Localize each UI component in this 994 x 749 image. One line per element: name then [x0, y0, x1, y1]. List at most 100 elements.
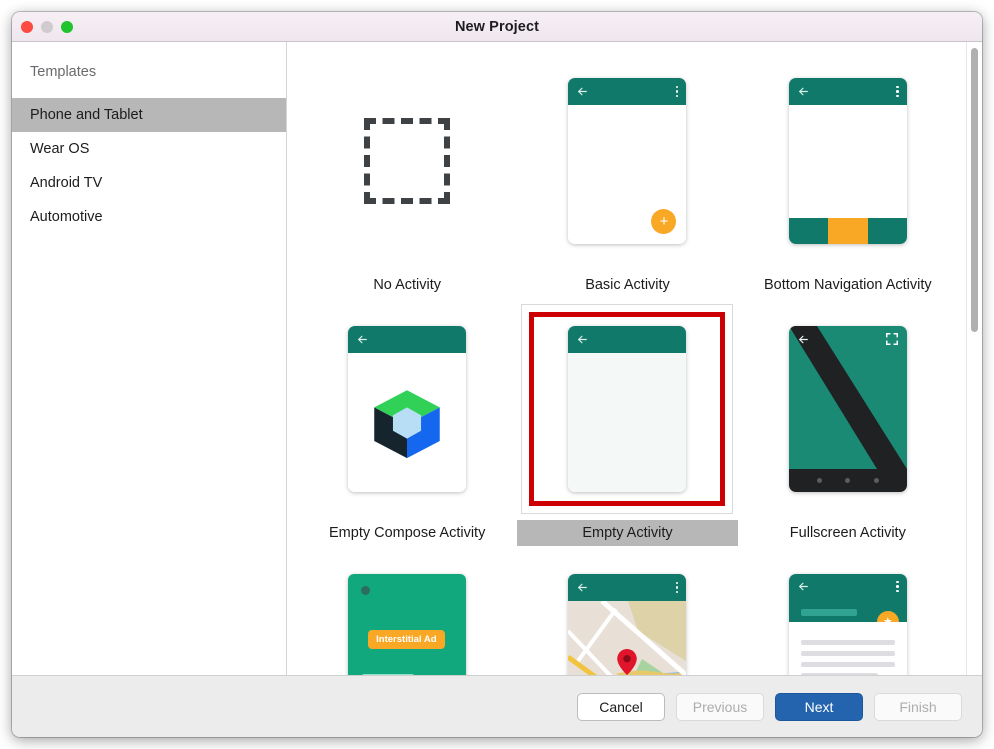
- template-thumbnail: [741, 56, 954, 266]
- screenshot-root: New Project Templates Phone and Tablet W…: [0, 0, 994, 749]
- template-card-google-maps-activity[interactable]: Google Maps Activity: [517, 546, 737, 675]
- jetpack-compose-logo-icon: [374, 389, 440, 458]
- placeholder-text-lines: [800, 640, 895, 675]
- bottom-nav-item: [788, 218, 828, 244]
- phone-mockup: [348, 326, 467, 492]
- button-label: Next: [804, 698, 834, 715]
- system-nav-bar: [788, 469, 907, 492]
- phone-mockup: ★: [788, 574, 907, 675]
- template-card-empty-activity[interactable]: Empty Activity: [517, 298, 738, 546]
- close-button[interactable]: [21, 20, 33, 33]
- app-bar: ★: [788, 574, 907, 633]
- bottom-nav-item-active: [827, 218, 869, 244]
- templates-scrollbar[interactable]: [966, 42, 982, 675]
- template-thumbnail: [521, 552, 734, 675]
- previous-button[interactable]: Previous: [676, 692, 764, 721]
- overflow-menu-icon: [896, 580, 899, 593]
- dialog-footer: Cancel Previous Next Finish: [12, 675, 982, 737]
- template-label: Fullscreen Activity: [789, 525, 906, 541]
- content-area: +: [568, 105, 687, 244]
- placeholder-text-lines: [362, 674, 442, 675]
- back-arrow-icon: [578, 583, 588, 592]
- template-card-fullscreen-activity[interactable]: Fullscreen Activity: [738, 298, 958, 546]
- app-bar: [568, 78, 687, 105]
- template-card-no-activity[interactable]: No Activity: [297, 50, 517, 298]
- templates-scroll-area: No Activity + Basic Activity Bottom Navi…: [287, 42, 968, 675]
- new-project-dialog: New Project Templates Phone and Tablet W…: [12, 12, 982, 737]
- camera-dot-decoration: [361, 586, 371, 595]
- sidebar-item-label: Automotive: [30, 209, 103, 225]
- template-thumbnail: [521, 304, 734, 514]
- phone-mockup: +: [568, 78, 687, 244]
- window-title: New Project: [454, 18, 540, 35]
- nav-dot: [845, 478, 851, 483]
- template-thumbnail: [301, 56, 514, 266]
- next-button[interactable]: Next: [775, 692, 863, 721]
- sidebar-item-phone-and-tablet[interactable]: Phone and Tablet: [12, 98, 286, 132]
- finish-button[interactable]: Finish: [874, 692, 962, 721]
- zoom-button[interactable]: [61, 20, 73, 33]
- fullscreen-expand-icon: [885, 332, 898, 346]
- template-label: Basic Activity: [585, 277, 670, 293]
- cancel-button[interactable]: Cancel: [577, 692, 665, 721]
- phone-mockup: Interstitial Ad: [348, 574, 467, 675]
- sidebar-item-android-tv[interactable]: Android TV: [12, 166, 286, 200]
- content-area: Pay: [788, 622, 907, 675]
- bottom-navigation-bar: [788, 218, 907, 244]
- overflow-menu-icon: [896, 85, 899, 98]
- templates-grid: No Activity + Basic Activity Bottom Navi…: [287, 50, 968, 675]
- template-label: Bottom Navigation Activity: [764, 277, 932, 293]
- nav-dot: [873, 478, 879, 483]
- template-card-empty-compose-activity[interactable]: Empty Compose Activity: [297, 298, 517, 546]
- content-area: [788, 326, 907, 469]
- overflow-menu-icon: [675, 581, 679, 594]
- floating-action-button-icon: +: [651, 209, 677, 234]
- sidebar-item-label: Android TV: [30, 175, 103, 191]
- phone-mockup: [568, 574, 687, 675]
- template-thumbnail: [741, 304, 954, 514]
- sidebar-item-automotive[interactable]: Automotive: [12, 200, 286, 234]
- phone-mockup: [788, 326, 907, 492]
- window-titlebar: New Project: [12, 12, 982, 42]
- dialog-body: Templates Phone and Tablet Wear OS Andro…: [12, 42, 982, 675]
- template-card-bottom-navigation-activity[interactable]: Bottom Navigation Activity: [738, 50, 958, 298]
- nav-dot: [816, 478, 822, 483]
- minimize-button[interactable]: [41, 20, 53, 33]
- dashed-square-icon: [364, 118, 451, 204]
- templates-pane: No Activity + Basic Activity Bottom Navi…: [287, 42, 982, 675]
- template-card-google-pay-activity[interactable]: ★: [738, 546, 958, 675]
- title-placeholder: [800, 609, 857, 616]
- app-bar: [348, 326, 467, 353]
- overflow-menu-icon: [675, 85, 679, 98]
- sidebar-item-label: Phone and Tablet: [30, 107, 143, 123]
- template-card-basic-activity[interactable]: + Basic Activity: [517, 50, 737, 298]
- back-arrow-icon: [358, 335, 368, 344]
- phone-mockup: [788, 78, 907, 244]
- template-label: Empty Compose Activity: [329, 525, 486, 541]
- bottom-nav-item: [868, 218, 907, 244]
- template-card-admob-ads-activity[interactable]: Interstitial Ad Google AdMob Ads: [297, 546, 517, 675]
- button-label: Previous: [692, 698, 748, 715]
- phone-mockup: [568, 326, 687, 492]
- template-thumbnail: ★: [741, 552, 954, 675]
- map-location-pin-icon: [617, 649, 638, 675]
- templates-sidebar: Templates Phone and Tablet Wear OS Andro…: [12, 42, 287, 675]
- window-controls: [21, 20, 73, 33]
- scrollbar-thumb[interactable]: [971, 48, 978, 332]
- back-arrow-icon: [578, 87, 588, 96]
- back-arrow-icon: [798, 87, 808, 96]
- content-area: [788, 105, 907, 218]
- back-arrow-icon: [798, 582, 808, 591]
- template-thumbnail: [301, 304, 514, 514]
- back-arrow-icon: [578, 335, 588, 344]
- content-area: [348, 353, 467, 492]
- app-bar: [568, 574, 687, 601]
- map-content-area: [568, 601, 687, 675]
- content-area: [568, 353, 687, 492]
- interstitial-ad-badge: Interstitial Ad: [368, 630, 445, 649]
- template-label: No Activity: [373, 277, 441, 293]
- template-thumbnail: +: [521, 56, 734, 266]
- sidebar-item-wear-os[interactable]: Wear OS: [12, 132, 286, 166]
- back-arrow-icon: [798, 335, 808, 343]
- sidebar-item-label: Wear OS: [30, 141, 90, 157]
